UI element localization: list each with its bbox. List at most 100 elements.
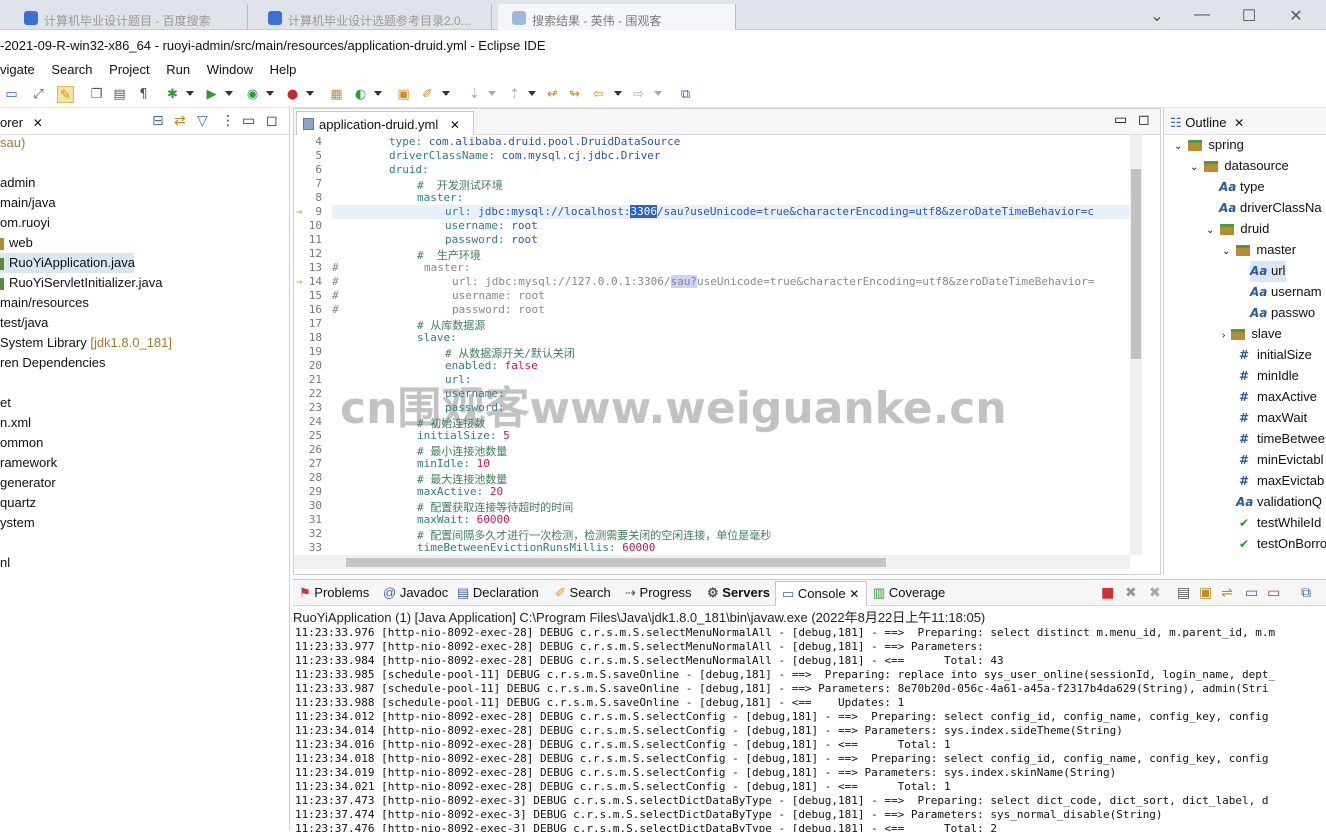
highlight-icon[interactable]: ✎ — [57, 86, 74, 103]
tree-item[interactable]: System Library [jdk1.8.0_181] — [0, 333, 172, 353]
maximize-view-icon[interactable]: ◻ — [266, 113, 278, 129]
tree-item[interactable]: admin — [0, 173, 35, 193]
outline-item[interactable]: # timeBetwee — [1236, 429, 1325, 450]
show-stdout-icon[interactable]: ▭ — [1245, 585, 1258, 601]
outline-item-selected[interactable]: Aa url — [1250, 261, 1286, 282]
tab-servers[interactable]: ⚙ Servers — [707, 585, 770, 601]
chevron-down-icon[interactable] — [374, 91, 382, 96]
browser-tab[interactable]: 计算机毕业设计选题参考目录2.0... — [254, 4, 492, 30]
chevron-down-icon[interactable]: ⌄ — [1190, 162, 1198, 173]
chevron-down-icon[interactable]: ⌄ — [1174, 141, 1182, 152]
tree-item[interactable]: ren Dependencies — [0, 353, 106, 373]
browser-tab[interactable]: 计算机毕业设计题目 - 百度搜索 — [10, 4, 248, 30]
tab-console[interactable]: ▭ Console ✕ — [775, 581, 867, 606]
tree-item[interactable]: ramework — [0, 453, 57, 473]
tree-item[interactable]: web — [0, 233, 33, 253]
chevron-down-icon[interactable]: ⌄ — [1145, 6, 1169, 26]
collapse-all-icon[interactable]: ⊟ — [152, 113, 164, 129]
tab-coverage[interactable]: ▥ Coverage — [873, 585, 945, 601]
browser-tab[interactable]: 搜索结果 - 英伟 - 围观客 — [498, 4, 736, 30]
debug-icon[interactable]: ✱ — [164, 86, 181, 103]
outline-item[interactable]: # minEvictabl — [1236, 450, 1324, 471]
editor-tab[interactable]: application-druid.yml ✕ — [296, 111, 474, 135]
outline-item[interactable]: ⌄ druid — [1206, 219, 1269, 240]
tree-item[interactable]: main/java — [0, 193, 56, 213]
tree-item[interactable]: generator — [0, 473, 56, 493]
word-wrap-icon[interactable]: ⇌ — [1221, 585, 1233, 601]
scrollbar-thumb[interactable] — [346, 558, 886, 567]
tree-item-selected[interactable]: RuoYiApplication.java — [0, 253, 135, 273]
clear-console-icon[interactable]: ▤ — [1177, 585, 1190, 601]
paste-icon[interactable]: ▤ — [111, 86, 128, 103]
scroll-lock-icon[interactable]: ▣ — [1199, 585, 1212, 601]
tree-item[interactable]: ommon — [0, 433, 43, 453]
terminal-icon[interactable]: ▭ — [3, 86, 20, 103]
tree-item[interactable]: nl — [0, 553, 10, 573]
scrollbar-thumb[interactable] — [1131, 169, 1141, 359]
new-class-icon[interactable]: ◐ — [352, 86, 369, 103]
chevron-down-icon[interactable]: ⌄ — [1206, 225, 1214, 236]
outline-item[interactable]: # maxActive — [1236, 387, 1317, 408]
chevron-down-icon[interactable] — [614, 91, 622, 96]
open-type-icon[interactable]: ▣ — [395, 86, 412, 103]
outline-item[interactable]: ⌄ master — [1222, 240, 1296, 261]
menu-window[interactable]: Window — [207, 62, 253, 77]
menu-help[interactable]: Help — [270, 62, 297, 77]
tab-progress[interactable]: ⇢ Progress — [625, 585, 692, 601]
outline-item[interactable]: ✔ testWhileId — [1236, 513, 1321, 534]
close-icon[interactable]: ✕ — [450, 118, 460, 132]
close-icon[interactable]: ✕ — [1284, 6, 1308, 26]
view-menu-icon[interactable]: ⋮ — [221, 113, 235, 129]
close-icon[interactable]: ✕ — [1234, 116, 1244, 130]
tab-javadoc[interactable]: @ Javadoc — [383, 585, 448, 600]
tab-problems[interactable]: ⚑ Problems — [299, 585, 369, 601]
forward-icon[interactable]: ⇨ — [630, 86, 647, 103]
tree-item[interactable]: om.ruoyi — [0, 213, 50, 233]
tree-item[interactable]: ystem — [0, 513, 35, 533]
outline-item[interactable]: ⌄ spring — [1174, 135, 1244, 156]
pilcrow-icon[interactable]: ¶ — [135, 86, 152, 103]
close-icon[interactable]: ✕ — [849, 587, 859, 601]
show-stderr-icon[interactable]: ▭ — [1267, 585, 1280, 601]
terminate-icon[interactable]: ■ — [1101, 585, 1114, 601]
outline-item[interactable]: Aa type — [1219, 177, 1265, 198]
close-icon[interactable]: ✕ — [33, 116, 43, 130]
prev-annotation-icon[interactable]: ⇡ — [506, 86, 523, 103]
menu-project[interactable]: Project — [109, 62, 149, 77]
code-area[interactable]: ⇒ ⇒ 4 type: com.alibaba.druid.pool.Druid… — [294, 135, 1130, 555]
outline-item[interactable]: › slave — [1222, 324, 1282, 345]
tree-item[interactable]: sau) — [0, 133, 25, 153]
run-icon[interactable]: ▶ — [203, 86, 220, 103]
outline-item[interactable]: Aa driverClassNa — [1219, 198, 1322, 219]
chevron-down-icon[interactable] — [186, 91, 194, 96]
back-icon[interactable]: ⇦ — [590, 86, 607, 103]
minimize-view-icon[interactable]: ▭ — [242, 113, 255, 129]
outline-item[interactable]: ✔ testOnBorro — [1236, 534, 1326, 555]
chevron-down-icon[interactable] — [225, 91, 233, 96]
console-output[interactable]: 11:23:33.976 [http-nio-8092-exec-28] DEB… — [295, 626, 1326, 832]
tree-item[interactable]: et — [0, 393, 11, 413]
tab-declaration[interactable]: ▤ Declaration — [457, 585, 539, 601]
outline-item[interactable]: Aa usernam — [1250, 282, 1322, 303]
panel-title[interactable]: Outline — [1185, 115, 1226, 130]
chevron-down-icon[interactable] — [306, 91, 314, 96]
open-console-icon[interactable]: ⧉ — [1301, 585, 1311, 601]
chevron-down-icon[interactable] — [528, 91, 536, 96]
maximize-icon[interactable]: ☐ — [1237, 6, 1261, 26]
link-icon[interactable]: ⤢ — [30, 86, 47, 103]
menu-search[interactable]: Search — [51, 62, 92, 77]
next-annotation-icon[interactable]: ⇣ — [466, 86, 483, 103]
outline-item[interactable]: # maxEvictab — [1236, 471, 1324, 492]
chevron-down-icon[interactable] — [488, 91, 496, 96]
tree-item[interactable]: test/java — [0, 313, 48, 333]
outline-item[interactable]: # minIdle — [1236, 366, 1299, 387]
last-edit-icon[interactable]: ↫ — [544, 86, 561, 103]
remove-all-icon[interactable]: ✖ — [1149, 585, 1161, 601]
minimize-icon[interactable]: — — [1190, 6, 1214, 24]
menu-navigate[interactable]: vigate — [0, 62, 35, 77]
chevron-down-icon[interactable] — [266, 91, 274, 96]
maximize-view-icon[interactable]: ◻ — [1138, 111, 1150, 128]
panel-title[interactable]: orer — [0, 115, 23, 130]
tree-item[interactable]: n.xml — [0, 413, 31, 433]
tab-search[interactable]: ✐ Search — [555, 585, 611, 601]
